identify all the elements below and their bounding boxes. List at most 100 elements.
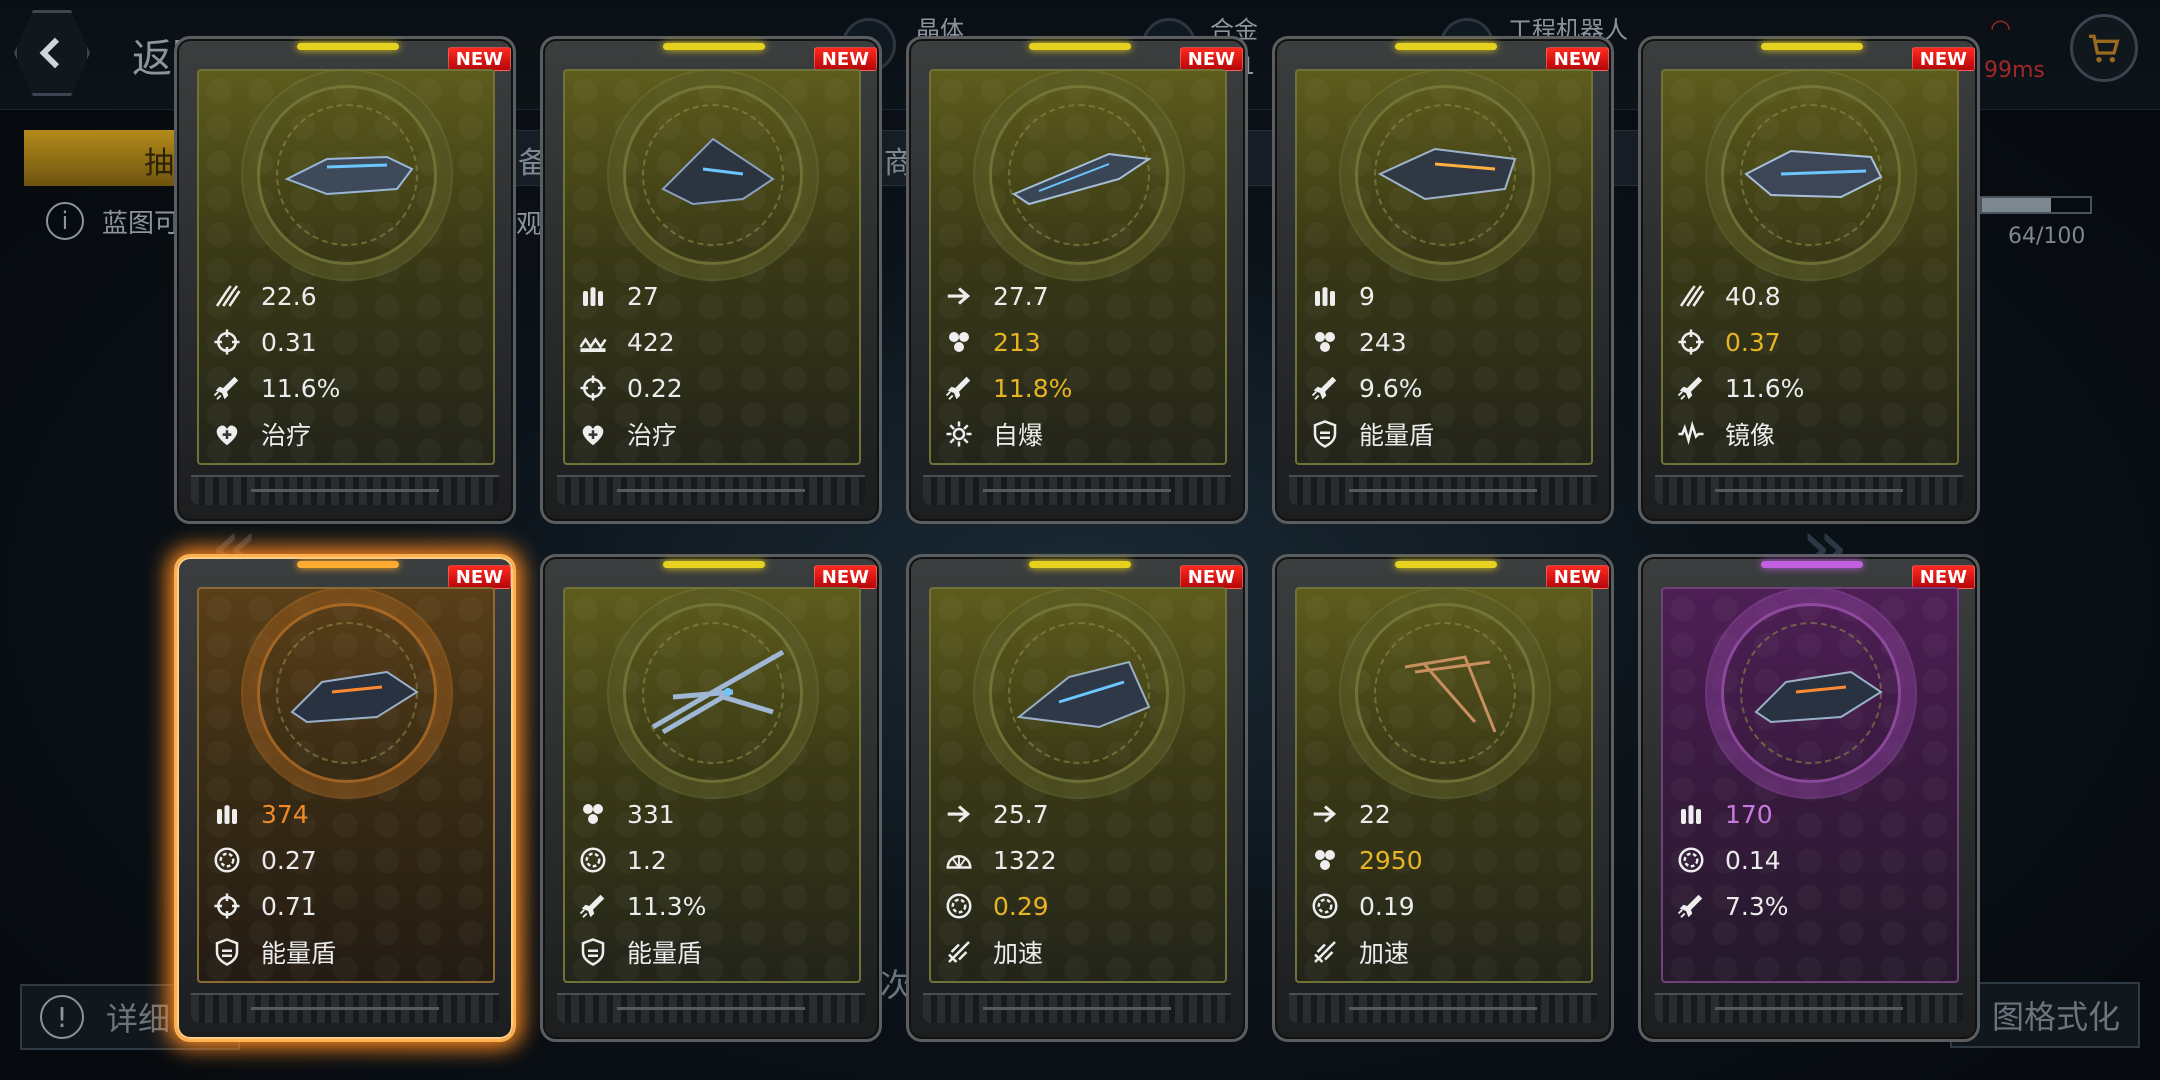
stat-list: 9 243 9.6% 能量盾 — [1307, 273, 1587, 457]
stat-value: 9 — [1359, 281, 1375, 311]
heal-icon — [575, 416, 611, 452]
ship-image — [1404, 655, 1497, 733]
blueprint-card-5[interactable]: NEW 40.8 0.37 11.6% 镜像 — [1638, 36, 1980, 524]
blueprint-card-9[interactable]: NEW 22 2950 0.19 加速 — [1272, 554, 1614, 1042]
rarity-bar — [297, 43, 399, 50]
stat-row: 镜像 — [1673, 411, 1953, 457]
stat-value: 0.29 — [993, 891, 1049, 921]
reload-icon — [209, 842, 245, 878]
missile-icon — [1673, 888, 1709, 924]
ammo-icon — [209, 796, 245, 832]
blueprint-card-8[interactable]: NEW 25.7 1322 0.29 加速 — [906, 554, 1248, 1042]
info-row: i 蓝图可 — [46, 202, 180, 240]
missile-icon — [209, 370, 245, 406]
ship-image — [290, 670, 419, 724]
rarity-bar — [1395, 561, 1497, 568]
detail-label: 详细 — [106, 1000, 171, 1038]
ammo-icon — [575, 278, 611, 314]
card-panel: 331 1.2 11.3% 能量盾 — [563, 587, 861, 983]
hull-icon — [1307, 842, 1343, 878]
stat-value: 331 — [627, 799, 675, 829]
stat-row: 0.29 — [941, 883, 1221, 929]
stat-value: 25.7 — [993, 799, 1049, 829]
mirror-icon — [1673, 416, 1709, 452]
progress-bar — [1980, 196, 2092, 214]
stat-value: 自爆 — [993, 421, 1044, 450]
stat-value: 40.8 — [1725, 281, 1781, 311]
stat-value: 170 — [1725, 799, 1773, 829]
stat-row: 27 — [575, 273, 855, 319]
shop-cart-button[interactable] — [2070, 14, 2138, 82]
armor-icon — [575, 324, 611, 360]
format-label: 图格式化 — [1991, 998, 2120, 1036]
blueprint-card-3[interactable]: NEW 27.7 213 11.8% 自爆 — [906, 36, 1248, 524]
card-footer — [191, 993, 499, 1023]
blueprint-card-7[interactable]: NEW 331 1.2 11.3% 能量盾 — [540, 554, 882, 1042]
stat-value: 能量盾 — [627, 939, 703, 968]
missile-icon — [1307, 370, 1343, 406]
card-panel: 27.7 213 11.8% 自爆 — [929, 69, 1227, 465]
stat-row: 0.27 — [209, 837, 489, 883]
stat-row: 11.6% — [209, 365, 489, 411]
stat-row: 治疗 — [209, 411, 489, 457]
card-panel: 22 2950 0.19 加速 — [1295, 587, 1593, 983]
card-footer — [191, 475, 499, 505]
missile-icon — [575, 888, 611, 924]
ship-image — [651, 649, 785, 735]
blueprint-card-2[interactable]: NEW 27 422 0.22 治疗 — [540, 36, 882, 524]
blueprint-card-10[interactable]: NEW 170 0.14 7.3% — [1638, 554, 1980, 1042]
card-footer — [1289, 475, 1597, 505]
stat-row: 40.8 — [1673, 273, 1953, 319]
card-panel: 27 422 0.22 治疗 — [563, 69, 861, 465]
card-footer — [557, 475, 865, 505]
cart-icon — [2089, 34, 2120, 63]
new-badge: NEW — [447, 565, 511, 589]
stat-list: 25.7 1322 0.29 加速 — [941, 791, 1221, 975]
card-panel: 22.6 0.31 11.6% 治疗 — [197, 69, 495, 465]
new-badge: NEW — [813, 565, 877, 589]
rarity-bar — [1761, 43, 1863, 50]
info-icon: i — [46, 202, 84, 240]
alert-icon: ! — [40, 995, 84, 1039]
stat-row: 243 — [1307, 319, 1587, 365]
stat-value: 0.71 — [261, 891, 317, 921]
card-panel: 40.8 0.37 11.6% 镜像 — [1661, 69, 1959, 465]
speed-icon — [941, 796, 977, 832]
hull-icon — [1307, 324, 1343, 360]
stat-list: 22 2950 0.19 加速 — [1307, 791, 1587, 975]
hull-icon — [941, 324, 977, 360]
blueprint-card-4[interactable]: NEW 9 243 9.6% 能量盾 — [1272, 36, 1614, 524]
ping-text: 99ms — [1984, 58, 2045, 83]
stat-row: 加速 — [1307, 929, 1587, 975]
progress-fill — [1982, 198, 2052, 212]
stat-row: 能量盾 — [1307, 411, 1587, 457]
stat-value: 11.6% — [1725, 373, 1805, 403]
shield-icon — [575, 934, 611, 970]
stat-value: 0.22 — [627, 373, 683, 403]
stat-list: 331 1.2 11.3% 能量盾 — [575, 791, 855, 975]
blueprint-card-6[interactable]: NEW 374 0.27 0.71 能量盾 — [174, 554, 516, 1042]
boost-icon — [941, 934, 977, 970]
stat-value: 374 — [261, 799, 309, 829]
radar-icon — [941, 842, 977, 878]
reload-icon — [575, 842, 611, 878]
card-panel: 25.7 1322 0.29 加速 — [929, 587, 1227, 983]
rarity-bar — [663, 43, 765, 50]
ship-image — [1011, 152, 1152, 206]
stat-row: 9.6% — [1307, 365, 1587, 411]
rarity-bar — [663, 561, 765, 568]
rarity-bar — [1029, 561, 1131, 568]
card-footer — [1289, 993, 1597, 1023]
stat-row: 27.7 — [941, 273, 1221, 319]
rarity-bar — [297, 561, 399, 568]
stat-value: 213 — [993, 327, 1041, 357]
stat-row: 0.22 — [575, 365, 855, 411]
rarity-bar — [1761, 561, 1863, 568]
info-text: 蓝图可 — [102, 208, 181, 239]
stat-row: 0.71 — [209, 883, 489, 929]
stat-value: 422 — [627, 327, 675, 357]
crosshair-icon — [575, 370, 611, 406]
stat-value: 0.37 — [1725, 327, 1781, 357]
stat-row: 治疗 — [575, 411, 855, 457]
blueprint-card-1[interactable]: NEW 22.6 0.31 11.6% 治疗 — [174, 36, 516, 524]
